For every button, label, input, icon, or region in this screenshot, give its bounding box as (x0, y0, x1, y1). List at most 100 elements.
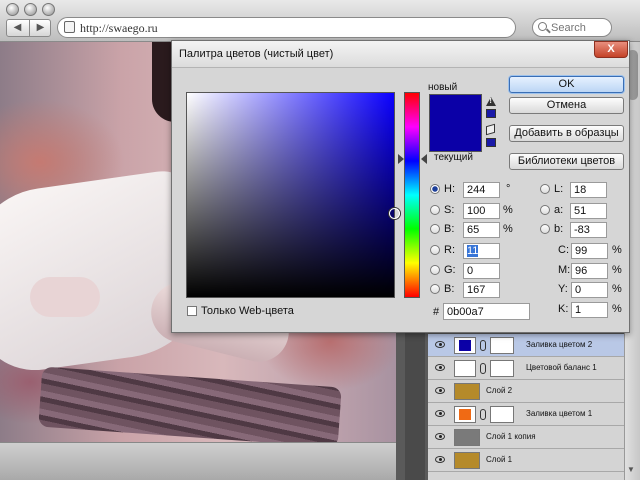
black-input[interactable]: 1 (571, 302, 608, 318)
saturation-input[interactable]: 100 (463, 203, 500, 219)
close-button[interactable]: X (594, 41, 628, 58)
cyan-row: C: 99 % (558, 243, 628, 259)
current-color-label: текущий (434, 152, 473, 163)
green-radio[interactable] (430, 265, 440, 275)
current-color-swatch[interactable] (430, 124, 481, 151)
add-to-swatches-button[interactable]: Добавить в образцы (509, 125, 624, 142)
back-button[interactable]: ◀ (7, 22, 28, 33)
lab-l-label: L: (554, 183, 564, 195)
lab-l-radio[interactable] (540, 184, 550, 194)
visibility-eye-icon[interactable] (435, 433, 445, 440)
close-window-button[interactable] (6, 3, 19, 16)
layer-thumbnail[interactable] (454, 406, 476, 423)
gamut-warning-icon[interactable] (486, 97, 496, 106)
layer-name: Слой 2 (486, 386, 513, 395)
red-input[interactable]: 11 (463, 243, 500, 259)
lab-l-input[interactable]: 18 (570, 182, 607, 198)
layer-thumbnail[interactable] (454, 429, 480, 446)
lab-b-input[interactable]: -83 (570, 222, 607, 238)
layer-row[interactable]: Слой 1 (428, 449, 624, 472)
green-input[interactable]: 0 (463, 263, 500, 279)
visibility-eye-icon[interactable] (435, 410, 445, 417)
blue-radio[interactable] (430, 284, 440, 294)
zoom-window-button[interactable] (42, 3, 55, 16)
lab-a-input[interactable]: 51 (570, 203, 607, 219)
layer-row[interactable]: Заливка цветом 1 (428, 403, 624, 426)
green-label: G: (444, 264, 456, 276)
color-libraries-button[interactable]: Библиотеки цветов (509, 153, 624, 170)
web-safe-cube-icon[interactable] (486, 123, 495, 136)
layer-thumbnail[interactable] (454, 383, 480, 400)
visibility-eye-icon[interactable] (435, 364, 445, 371)
gamut-color-chip[interactable] (486, 109, 496, 118)
layer-thumbnail[interactable] (454, 337, 476, 354)
visibility-eye-icon[interactable] (435, 456, 445, 463)
layer-thumbnail[interactable] (454, 360, 476, 377)
layer-name: Цветовой баланс 1 (526, 363, 597, 372)
layer-row[interactable]: Цветовой баланс 1 (428, 357, 624, 380)
visibility-eye-icon[interactable] (435, 341, 445, 348)
hue-input[interactable]: 244 (463, 182, 500, 198)
url-text: http://swaego.ru (80, 21, 158, 35)
hex-label: # (433, 306, 440, 318)
navigation-buttons: ◀ ▶ (6, 19, 51, 37)
web-only-checkbox[interactable] (187, 306, 197, 316)
color-field-marker[interactable] (389, 208, 400, 219)
red-radio[interactable] (430, 245, 440, 255)
hue-slider-left-arrow[interactable] (398, 154, 404, 164)
hex-input[interactable]: 0b00a7 (443, 303, 530, 320)
layer-thumbnail[interactable] (454, 452, 480, 469)
layer-row[interactable]: Слой 2 (428, 380, 624, 403)
hue-slider[interactable] (404, 92, 420, 298)
magenta-input[interactable]: 96 (571, 263, 608, 279)
layers-panel: Заливка цветом 2 Цветовой баланс 1 Слой 2 З… (428, 334, 624, 480)
saturation-unit: % (503, 204, 513, 216)
black-unit: % (612, 303, 622, 315)
hue-unit: ° (506, 183, 511, 195)
lab-b-label: b: (554, 223, 564, 235)
layer-name: Слой 1 (486, 455, 513, 464)
web-safe-color-chip[interactable] (486, 138, 496, 147)
saturation-radio[interactable] (430, 205, 440, 215)
web-only-label: Только Web-цвета (201, 305, 294, 317)
search-input[interactable] (551, 21, 609, 34)
layer-name: Слой 1 копия (486, 432, 536, 441)
blue-input[interactable]: 167 (463, 282, 500, 298)
layer-row[interactable]: Слой 1 копия (428, 426, 624, 449)
layer-mask-thumbnail[interactable] (490, 360, 514, 377)
cancel-button[interactable]: Отмена (509, 97, 624, 114)
mask-link-icon[interactable] (480, 363, 486, 374)
brightness-unit: % (503, 223, 513, 235)
yellow-input[interactable]: 0 (571, 282, 608, 298)
address-bar[interactable]: http://swaego.ru (57, 17, 516, 38)
saturation-label: S: (444, 204, 455, 216)
cyan-label: C: (558, 244, 569, 256)
search-field[interactable] (532, 18, 612, 37)
forward-button[interactable]: ▶ (30, 22, 51, 33)
layer-mask-thumbnail[interactable] (490, 406, 514, 423)
layer-mask-thumbnail[interactable] (490, 337, 514, 354)
minimize-window-button[interactable] (24, 3, 37, 16)
layer-row[interactable]: Заливка цветом 2 (428, 334, 624, 357)
visibility-eye-icon[interactable] (435, 387, 445, 394)
ok-button[interactable]: OK (509, 76, 624, 93)
lab-a-row: a: 51 (540, 203, 620, 219)
cyan-input[interactable]: 99 (571, 243, 608, 259)
brightness-input[interactable]: 65 (463, 222, 500, 238)
lab-a-radio[interactable] (540, 205, 550, 215)
mask-link-icon[interactable] (480, 409, 486, 420)
scroll-down-icon[interactable]: ▼ (627, 465, 635, 474)
brightness-radio[interactable] (430, 224, 440, 234)
blue-label: B: (444, 283, 455, 295)
hue-slider-right-arrow[interactable] (421, 154, 427, 164)
color-field[interactable] (186, 92, 400, 298)
saturation-row: S: 100 % (430, 203, 520, 219)
lab-b-radio[interactable] (540, 224, 550, 234)
black-row: K: 1 % (558, 302, 628, 318)
hue-radio[interactable] (430, 184, 440, 194)
mask-link-icon[interactable] (480, 340, 486, 351)
log-shape (38, 366, 342, 442)
green-row: G: 0 (430, 263, 510, 279)
yellow-row: Y: 0 % (558, 282, 628, 298)
brightness-label: B: (444, 223, 455, 235)
